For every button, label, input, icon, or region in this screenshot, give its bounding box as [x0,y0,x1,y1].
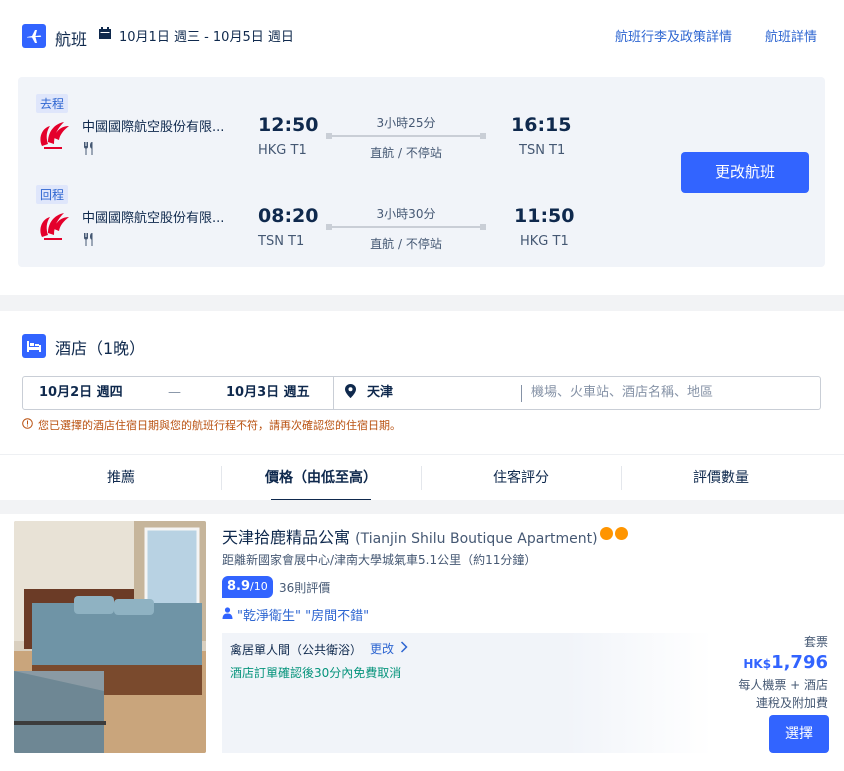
meal-icon [82,233,96,250]
arrive-airport: HKG T1 [520,234,569,249]
flight-dates: 10月1日 週三 - 10月5日 週日 [98,26,294,45]
destination-city[interactable]: 天津 [367,377,393,409]
flight-dates-text: 10月1日 週三 - 10月5日 週日 [119,30,294,45]
checkout-date[interactable]: 10月3日 週五 [226,377,310,409]
diamond-icon [600,527,613,540]
air-china-logo-icon [34,207,72,245]
arrive-time: 16:15 [511,114,572,136]
depart-airport: TSN T1 [258,234,305,249]
flight-leg-return: 回程 中國國際航空股份有限... 08:20 TSN T1 3小時30分 直航 … [18,185,618,267]
price-note-per-person: 每人機票 + 酒店 [738,678,828,692]
hotel-section-title: 酒店（1晚） [55,339,146,358]
bed-icon [22,334,46,358]
calendar-icon [98,27,112,44]
hotel-photo[interactable] [14,521,206,753]
change-flight-button[interactable]: 更改航班 [681,152,809,193]
leg-tag: 去程 [36,94,69,113]
meal-icon [82,142,96,159]
hotel-section: 酒店（1晚） 10月2日 週四 — 10月3日 週五 天津 機場、火車站、酒店名… [0,311,844,771]
stops-info: 直航 / 不停站 [370,146,442,160]
airline-name: 中國國際航空股份有限... [82,211,225,226]
flight-duration: 3小時30分 [376,207,436,221]
diamond-icon [615,527,628,540]
hotel-name-zh: 天津拾鹿精品公寓 [222,528,351,547]
price-currency: HK$ [743,657,772,671]
tab-price-low-high[interactable]: 價格（由低至高） [221,455,421,501]
stops-info: 直航 / 不停站 [370,237,442,251]
tab-guest-rating[interactable]: 住客評分 [421,455,621,501]
package-price: HK$1,796 [738,651,828,676]
plane-icon [22,24,46,48]
flight-leg-outbound: 去程 中國國際航空股份有限... 12:50 HKG T1 3小時25分 直航 … [18,94,618,176]
change-room-link[interactable]: 更改 [370,640,408,657]
price-note-tax: 連稅及附加費 [755,696,828,710]
flight-itinerary-box: 去程 中國國際航空股份有限... 12:50 HKG T1 3小時25分 直航 … [18,77,825,267]
sort-tabs: 推薦 價格（由低至高） 住客評分 評價數量 [0,454,844,501]
baggage-policy-link[interactable]: 航班行李及政策詳情 [615,26,732,45]
warning-text: 您已選擇的酒店住宿日期與您的航班行程不符，請再次確認您的住宿日期。 [38,419,401,432]
flight-section: 航班 10月1日 週三 - 10月5日 週日 航班行李及政策詳情 航班詳情 去程… [0,0,844,295]
keyword-search-input[interactable]: 機場、火車站、酒店名稱、地區 [531,377,713,409]
guest-quote: "乾淨衛生" "房間不錯" [222,605,369,624]
leg-tag: 回程 [36,185,69,204]
review-count[interactable]: 36則評價 [279,579,330,596]
arrive-airport: TSN T1 [519,143,566,158]
route-line [326,224,486,230]
score-value: 8.9 [227,579,251,594]
divider [333,377,334,409]
review-score-badge: 8.9/10 [222,576,273,598]
warning-circle-icon [22,418,33,432]
flight-details-link[interactable]: 航班詳情 [765,26,817,45]
room-name: 禽居單人間（公共衛浴） [230,643,363,657]
hotel-name[interactable]: 天津拾鹿精品公寓 (Tianjin Shilu Boutique Apartme… [222,524,598,548]
depart-time: 12:50 [258,114,319,136]
date-dash: — [168,385,181,400]
select-button[interactable]: 選擇 [769,715,829,753]
divider [521,385,522,402]
price-area: 套票 HK$1,796 每人機票 + 酒店 連稅及附加費 [738,633,828,712]
hotel-rating-diamonds [600,527,628,540]
chevron-right-icon [400,641,408,656]
free-cancel-note: 酒店訂單確認後30分內免費取消 [230,666,402,680]
hotel-search-bar: 10月2日 週四 — 10月3日 週五 天津 機場、火車站、酒店名稱、地區 [22,376,821,410]
depart-airport: HKG T1 [258,143,307,158]
hotel-distance: 距離新國家會展中心/津南大學城氣車5.1公里（約11分鐘） [222,553,537,567]
change-room-text: 更改 [370,642,395,656]
checkin-date[interactable]: 10月2日 週四 [39,377,123,409]
airline-name: 中國國際航空股份有限... [82,120,225,135]
user-icon [222,606,233,623]
list-gap [0,500,844,514]
depart-time: 08:20 [258,205,319,227]
air-china-logo-icon [34,116,72,154]
room-option: 禽居單人間（公共衛浴） 更改 酒店訂單確認後30分內免費取消 [222,633,712,753]
location-pin-icon [345,377,356,409]
quote-text: "乾淨衛生" "房間不錯" [237,609,370,624]
tab-recommended[interactable]: 推薦 [21,455,221,501]
hotel-name-en: (Tianjin Shilu Boutique Apartment) [355,531,598,547]
flight-duration: 3小時25分 [376,116,436,130]
flight-section-title: 航班 [55,30,88,49]
route-line [326,133,486,139]
tab-review-count[interactable]: 評價數量 [621,455,821,501]
score-max: /10 [250,580,268,593]
price-amount: 1,796 [771,652,828,673]
arrive-time: 11:50 [514,205,575,227]
package-label: 套票 [803,635,828,649]
date-mismatch-warning: 您已選擇的酒店住宿日期與您的航班行程不符，請再次確認您的住宿日期。 [22,417,401,433]
